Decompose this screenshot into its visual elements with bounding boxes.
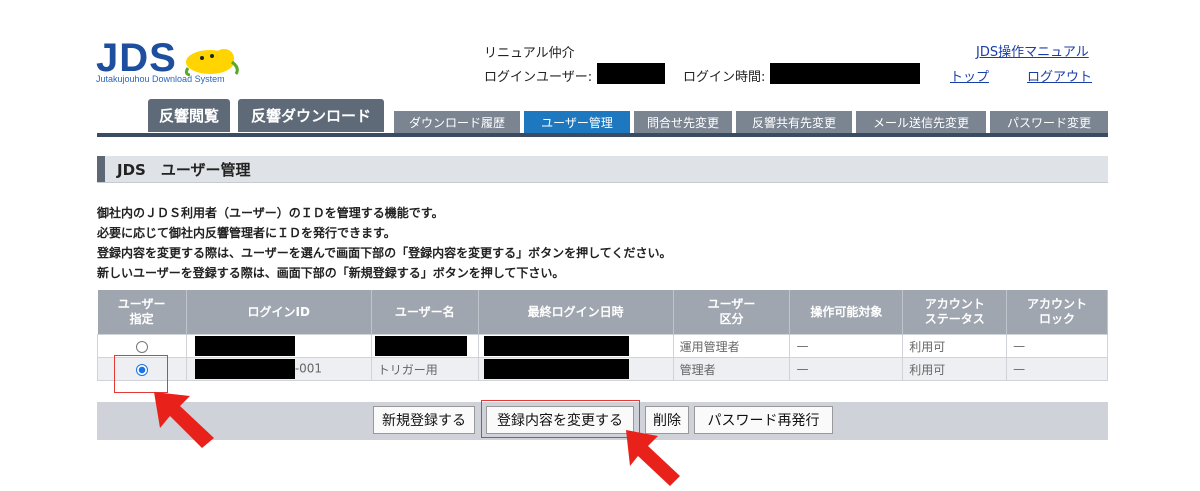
- login-id-redacted: [194, 359, 295, 379]
- new-register-button[interactable]: 新規登録する: [373, 406, 475, 434]
- edit-button-highlight-box: [481, 400, 640, 438]
- section-header: JDS ユーザー管理: [97, 156, 1108, 183]
- tab-download-history[interactable]: ダウンロード履歴: [394, 111, 520, 133]
- login-user-redacted: [597, 63, 665, 84]
- tab-contact-change[interactable]: 問合せ先変更: [634, 111, 732, 133]
- status-cell: 利用可: [902, 334, 1008, 358]
- elephant-logo-icon: [184, 49, 239, 77]
- col-target: 操作可能対象: [789, 290, 904, 335]
- col-user-type: ユーザー 区分: [673, 290, 791, 335]
- tab-user-management[interactable]: ユーザー管理: [524, 111, 630, 133]
- tab-share-change[interactable]: 反響共有先変更: [736, 111, 852, 133]
- col-account-status: アカウント ステータス: [902, 290, 1008, 335]
- table-row[interactable]: -001 トリガー用 管理者 — 利用可 —: [97, 357, 1108, 381]
- col-last-login: 最終ログイン日時: [478, 290, 674, 335]
- login-id-suffix: -001: [294, 361, 323, 376]
- status-cell: 利用可: [902, 357, 1008, 381]
- target-cell: —: [789, 357, 904, 381]
- red-arrow-icon: [626, 430, 680, 486]
- last-login-cell: [477, 334, 674, 358]
- table-header-row: ユーザー 指定 ログインID ユーザー名 最終ログイン日時 ユーザー 区分 操作可能…: [97, 290, 1108, 335]
- user-type-cell: 運用管理者: [672, 334, 791, 358]
- logo-title: JDS: [96, 36, 177, 80]
- lock-cell: —: [1006, 357, 1108, 381]
- company-name: リニュアル仲介: [484, 46, 575, 61]
- red-arrow-icon: [154, 392, 214, 448]
- tab-password-change[interactable]: パスワード変更: [990, 111, 1108, 133]
- col-user-select: ユーザー 指定: [97, 290, 187, 335]
- tab-mail-change[interactable]: メール送信先変更: [856, 111, 986, 133]
- user-type-cell: 管理者: [672, 357, 791, 381]
- logout-link[interactable]: ログアウト: [1027, 66, 1092, 85]
- login-id-cell: -001: [185, 357, 372, 381]
- manual-link[interactable]: JDS操作マニュアル: [976, 41, 1089, 60]
- description-line: 新しいユーザーを登録する際は、画面下部の「新規登録する」ボタンを押して下さい。: [97, 266, 565, 280]
- login-user-label: ログインユーザー:: [484, 70, 593, 85]
- last-login-redacted: [483, 336, 629, 356]
- user-select-radio[interactable]: [135, 340, 148, 353]
- logo-subtitle: Jutakujouhou Download System: [96, 74, 225, 84]
- login-time-redacted: [770, 63, 920, 84]
- user-table: ユーザー 指定 ログインID ユーザー名 最終ログイン日時 ユーザー 区分 操作可能…: [97, 290, 1108, 381]
- user-name-cell: トリガー用: [370, 357, 479, 381]
- target-cell: —: [789, 334, 904, 358]
- last-login-redacted: [483, 359, 629, 379]
- login-time-label: ログイン時間:: [683, 70, 766, 85]
- jds-logo: JDS Jutakujouhou Download System: [96, 38, 246, 88]
- description-line: 必要に応じて御社内反響管理者にＩＤを発行できます。: [97, 226, 396, 240]
- description-line: 御社内のＪＤＳ利用者（ユーザー）のＩＤを管理する機能です。: [97, 206, 444, 220]
- last-login-cell: [477, 357, 674, 381]
- user-name-redacted: [374, 336, 467, 356]
- col-user-name: ユーザー名: [371, 290, 479, 335]
- tab-underline: [97, 133, 1108, 137]
- lock-cell: —: [1006, 334, 1108, 358]
- tab-response-view[interactable]: 反響閲覧: [148, 99, 230, 132]
- description-line: 登録内容を変更する際は、ユーザーを選んで画面下部の「登録内容を変更する」ボタンを…: [97, 246, 672, 260]
- table-row[interactable]: 運用管理者 — 利用可 —: [97, 334, 1108, 358]
- top-link[interactable]: トップ: [950, 66, 989, 85]
- login-id-cell: [185, 334, 372, 358]
- user-name-cell: [370, 334, 479, 358]
- section-title: JDS ユーザー管理: [117, 161, 251, 179]
- password-reissue-button[interactable]: パスワード再発行: [694, 406, 833, 434]
- login-id-redacted: [194, 336, 295, 356]
- tab-response-download[interactable]: 反響ダウンロード: [238, 99, 384, 132]
- section-marker: [97, 156, 105, 182]
- col-account-lock: アカウント ロック: [1006, 290, 1108, 335]
- col-login-id: ログインID: [186, 290, 372, 335]
